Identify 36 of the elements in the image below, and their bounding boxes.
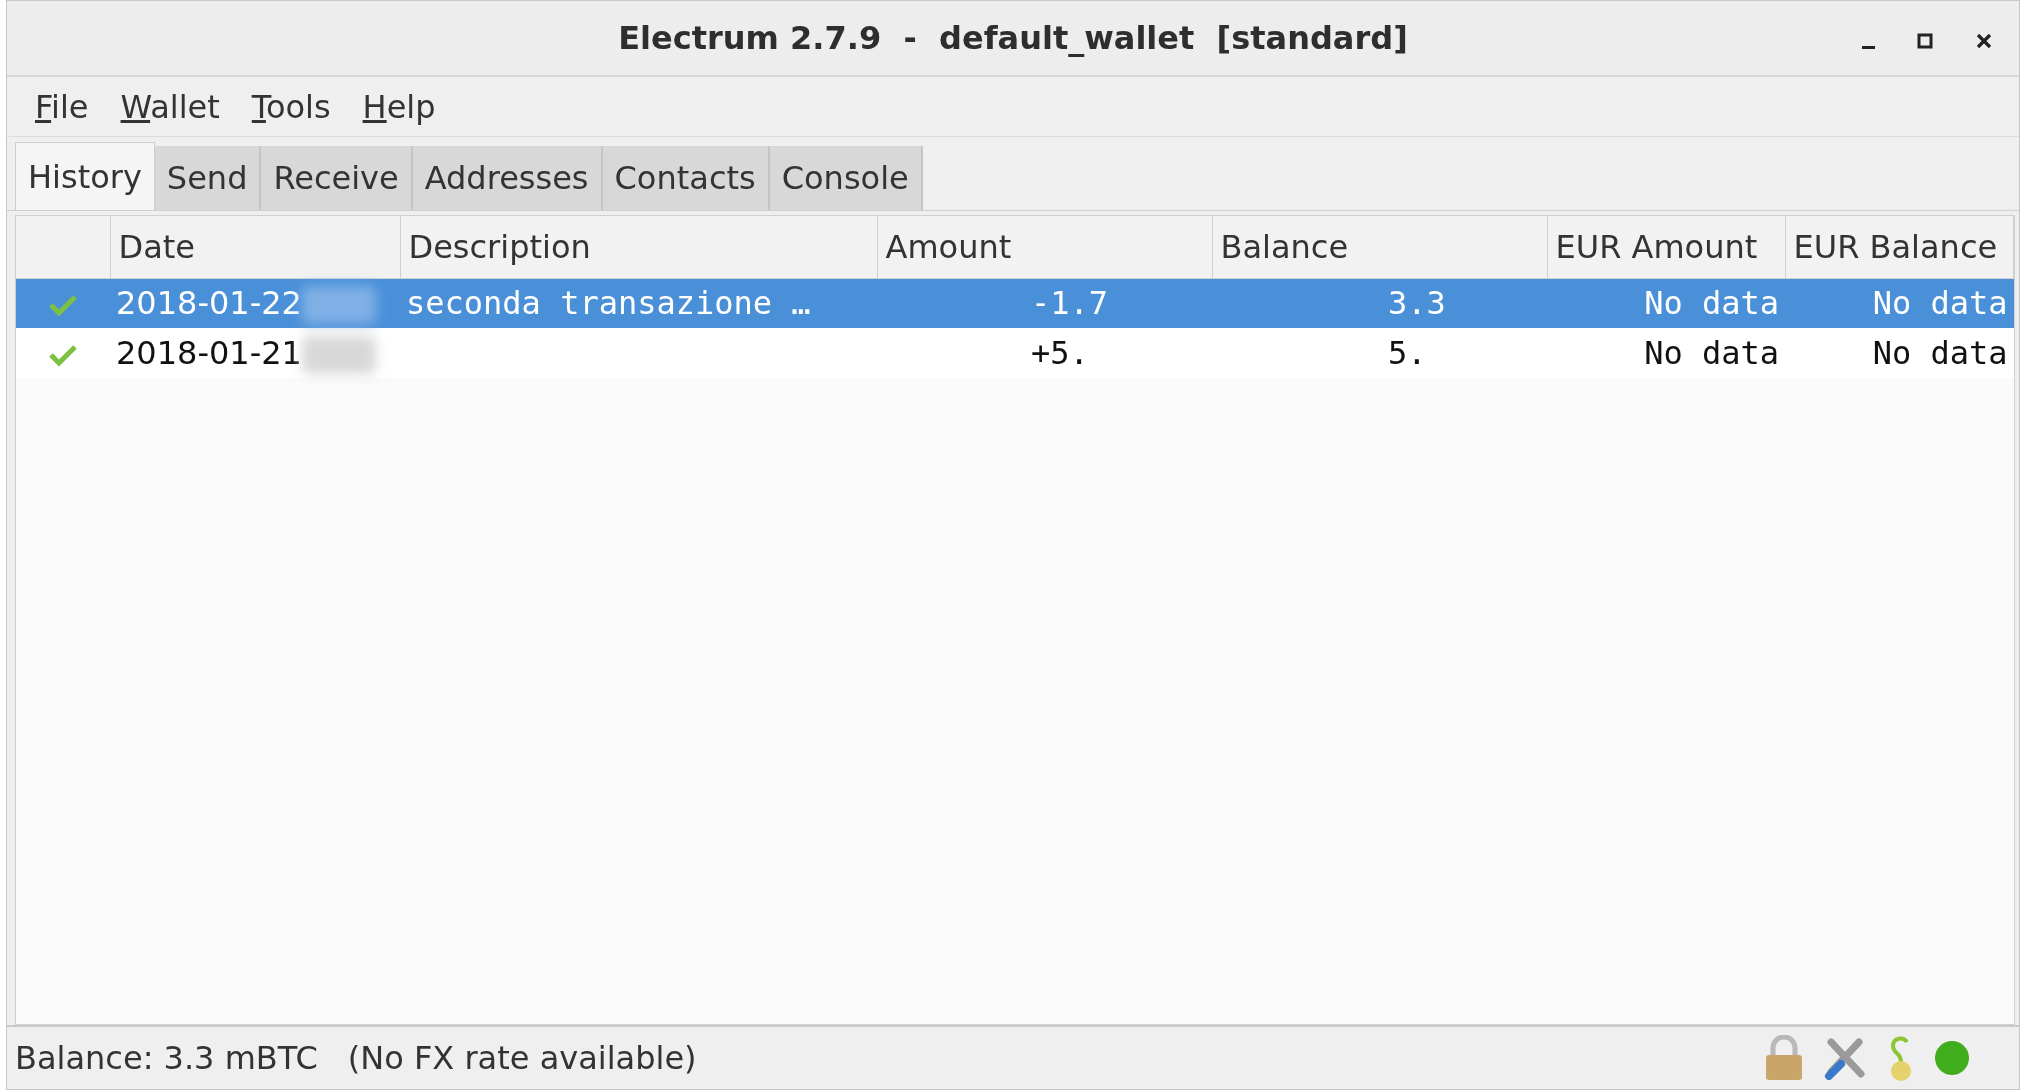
balance-cell: 5. [1212,328,1547,378]
eur-balance-cell: No data [1785,278,2014,328]
balance-text: Balance: 3.3 mBTC [15,1038,318,1079]
fx-rate-text: (No FX rate available) [347,1038,697,1079]
close-icon [1975,31,1993,50]
amount-cell: -1.7 [877,278,1212,328]
menu-item[interactable]: Tools [237,82,349,131]
tab[interactable]: Console [769,146,923,210]
maximize-icon [1917,32,1933,49]
tools-icon[interactable] [1823,1036,1867,1080]
tab[interactable]: Contacts [602,146,770,210]
tab[interactable]: History [15,142,155,210]
minimize-icon [1862,46,1875,49]
tab[interactable]: Receive [261,146,413,210]
status-dot-icon[interactable] [1933,1039,1971,1077]
date-cell: 2018-01-21 [116,334,302,372]
eur-balance-cell: No data [1785,328,2014,378]
column-header[interactable]: EUR Balance [1785,216,2014,278]
date-cell: 2018-01-22 [116,284,302,323]
tab[interactable]: Send [154,146,262,210]
eur-amount-cell: No data [1547,328,1785,378]
eur-amount-cell: No data [1547,278,1785,328]
column-header[interactable]: Description [400,216,877,278]
column-header[interactable]: Date [110,216,400,278]
menu-item[interactable]: Help [348,82,454,131]
description-cell: seconda transazione … [400,278,877,328]
menu-item[interactable]: File [21,82,107,131]
padlock-icon[interactable] [1763,1035,1805,1081]
balance-cell: 3.3 [1212,278,1547,328]
menu-item[interactable]: Wallet [106,82,238,131]
column-header[interactable]: EUR Amount [1547,216,1785,278]
column-header[interactable]: Balance [1212,216,1547,278]
tab[interactable]: Addresses [412,146,603,210]
amount-cell: +5. [877,328,1212,378]
window-title: Electrum 2.7.9 - default_wallet [standard] [618,18,1408,59]
column-header[interactable]: Amount [877,216,1212,278]
